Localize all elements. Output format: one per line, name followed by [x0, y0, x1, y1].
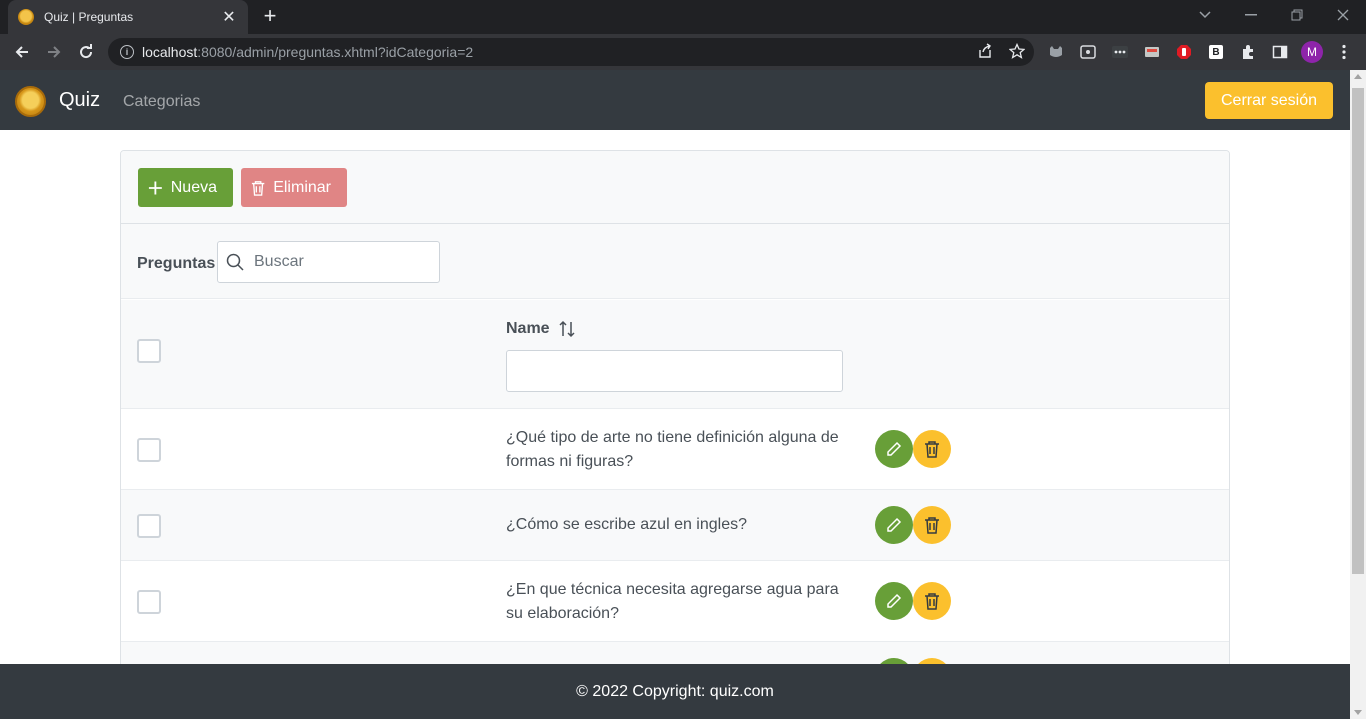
- window-controls: [1182, 0, 1366, 34]
- browser-tab[interactable]: Quiz | Preguntas ✕: [8, 0, 248, 34]
- table-row[interactable]: ¿En que técnica necesita agregarse agua …: [121, 561, 1229, 642]
- dots-extension-icon[interactable]: [1108, 40, 1132, 64]
- question-text: ¿En que técnica necesita agregarse agua …: [506, 581, 839, 622]
- new-button-label: Nueva: [170, 178, 217, 196]
- edit-question-button[interactable]: [875, 582, 913, 620]
- b-extension-icon[interactable]: B: [1204, 40, 1228, 64]
- share-icon[interactable]: [976, 42, 994, 60]
- delete-question-button[interactable]: [913, 582, 951, 620]
- brand-title[interactable]: Quiz: [59, 89, 100, 112]
- scroll-down-icon[interactable]: [1354, 710, 1362, 715]
- cat-extension-icon[interactable]: [1044, 40, 1068, 64]
- column-name-label: Name: [506, 320, 550, 337]
- page-footer: © 2022 Copyright: quiz.com: [0, 664, 1350, 719]
- forward-icon[interactable]: [42, 40, 66, 64]
- minimize-icon[interactable]: [1228, 0, 1274, 30]
- table-title: Preguntas: [137, 255, 216, 272]
- trash-icon: [251, 180, 265, 196]
- restore-icon[interactable]: [1274, 0, 1320, 30]
- table-row[interactable]: ¿Qué tipo de arte no tiene definición al…: [121, 409, 1229, 490]
- nav-link-categorias[interactable]: Categorias: [123, 93, 200, 111]
- pencil-icon: [887, 441, 902, 456]
- copyright-text: © 2022 Copyright: quiz.com: [576, 682, 774, 700]
- extensions-area: B M: [1044, 40, 1356, 64]
- page-scrollbar[interactable]: [1350, 70, 1366, 719]
- pencil-icon: [887, 517, 902, 532]
- trash-icon: [925, 517, 939, 534]
- select-all-checkbox[interactable]: [137, 339, 161, 363]
- row-checkbox[interactable]: [137, 514, 161, 538]
- row-checkbox[interactable]: [137, 438, 161, 462]
- url-text: localhost:8080/admin/preguntas.xhtml?idC…: [142, 44, 474, 60]
- table-head: Name: [121, 300, 1229, 409]
- delete-question-button[interactable]: [913, 430, 951, 468]
- question-text: ¿Qué tipo de arte no tiene definición al…: [506, 429, 839, 470]
- preguntas-card: Nueva Eliminar Preguntas Name ¿Qué tipo …: [120, 150, 1230, 710]
- scroll-up-icon[interactable]: [1354, 74, 1362, 79]
- edit-question-button[interactable]: [875, 430, 913, 468]
- crud-toolbar: Nueva Eliminar: [121, 151, 1229, 224]
- tab-title: Quiz | Preguntas: [44, 10, 134, 24]
- side-panel-icon[interactable]: [1268, 40, 1292, 64]
- puzzle-extensions-icon[interactable]: [1236, 40, 1260, 64]
- search-input[interactable]: [254, 253, 424, 271]
- sort-icon[interactable]: [558, 320, 576, 338]
- back-icon[interactable]: [10, 40, 34, 64]
- bookmark-star-icon[interactable]: [1008, 42, 1026, 60]
- reload-icon[interactable]: [74, 40, 98, 64]
- quiz-logo-icon[interactable]: [15, 86, 46, 117]
- trash-icon: [925, 441, 939, 458]
- column-header-name[interactable]: Name: [506, 320, 576, 338]
- delete-question-button[interactable]: [913, 506, 951, 544]
- row-checkbox[interactable]: [137, 590, 161, 614]
- trash-icon: [925, 593, 939, 610]
- browser-menu-icon[interactable]: [1332, 40, 1356, 64]
- delete-selected-button[interactable]: Eliminar: [241, 168, 347, 207]
- edit-question-button[interactable]: [875, 506, 913, 544]
- plus-icon: [148, 181, 162, 194]
- adblock-extension-icon[interactable]: [1172, 40, 1196, 64]
- name-filter-input[interactable]: [506, 350, 843, 392]
- table-row[interactable]: ¿Cómo se escribe azul en ingles?: [121, 490, 1229, 561]
- pencil-icon: [887, 593, 902, 608]
- browser-toolbar: i localhost:8080/admin/preguntas.xhtml?i…: [0, 34, 1366, 70]
- new-tab-button[interactable]: +: [258, 5, 282, 29]
- address-bar[interactable]: i localhost:8080/admin/preguntas.xhtml?i…: [108, 38, 1034, 66]
- site-info-icon[interactable]: i: [120, 45, 134, 59]
- search-icon: [226, 253, 244, 271]
- close-window-icon[interactable]: [1320, 0, 1366, 30]
- cast-extension-icon[interactable]: [1140, 40, 1164, 64]
- question-text: ¿Cómo se escribe azul en ingles?: [506, 516, 748, 533]
- logout-button[interactable]: Cerrar sesión: [1205, 82, 1333, 119]
- quiz-favicon-icon: [18, 9, 34, 25]
- global-search[interactable]: [217, 241, 440, 283]
- app-navbar: Quiz Categorias Cerrar sesión: [0, 70, 1350, 130]
- screenshot-extension-icon[interactable]: [1076, 40, 1100, 64]
- new-question-button[interactable]: Nueva: [138, 168, 233, 207]
- table-caption: Preguntas: [121, 224, 1229, 299]
- delete-button-label: Eliminar: [273, 178, 331, 196]
- profile-avatar[interactable]: M: [1300, 40, 1324, 64]
- tab-close-icon[interactable]: ✕: [220, 7, 238, 27]
- browser-tabbar: Quiz | Preguntas ✕ +: [0, 0, 1366, 34]
- scrollbar-thumb[interactable]: [1352, 88, 1364, 574]
- tab-search-icon[interactable]: [1182, 0, 1228, 30]
